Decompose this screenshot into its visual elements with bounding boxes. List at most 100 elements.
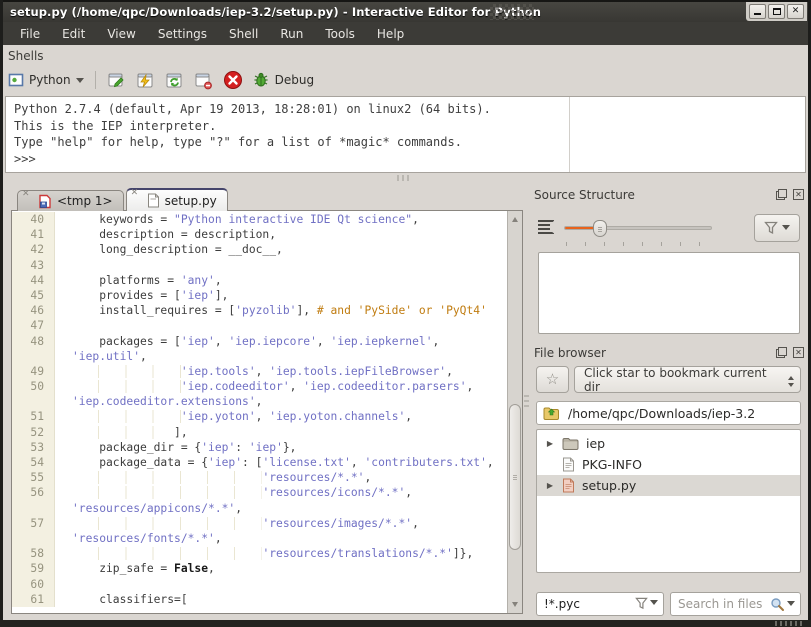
code-line[interactable]: 59 zip_safe = False, xyxy=(12,561,507,577)
menu-item-run[interactable]: Run xyxy=(269,24,314,44)
line-number: 58 xyxy=(12,546,55,562)
close-shell-button[interactable] xyxy=(194,70,214,90)
expand-arrow-icon[interactable]: ▶ xyxy=(545,481,555,490)
line-text: classifiers=[ xyxy=(72,592,188,606)
code-line[interactable]: 49 'iep.tools', 'iep.tools.iepFileBrowse… xyxy=(12,363,507,380)
editor-tab--tmp-1-[interactable]: ✕ <tmp 1> xyxy=(17,190,124,211)
restart-shell-button[interactable] xyxy=(165,70,185,90)
editor-tab-setup-py[interactable]: ✕ setup.py xyxy=(125,188,228,211)
shell-output[interactable]: Python 2.7.4 (default, Apr 19 2013, 18:2… xyxy=(5,96,806,173)
code-line[interactable]: 'resources/fonts/*.*', xyxy=(12,530,507,547)
code-line[interactable]: 46 install_requires = ['pyzolib'], # and… xyxy=(12,303,507,319)
spinner-icons[interactable] xyxy=(788,373,794,390)
line-text: 'iep.codeeditor.extensions', xyxy=(72,395,263,409)
code-line[interactable]: 52 ], xyxy=(12,424,507,440)
line-number: 61 xyxy=(12,591,55,607)
bookmark-combo[interactable]: Click star to bookmark current dir xyxy=(574,366,801,394)
code-line[interactable]: 61 classifiers=[ xyxy=(12,591,507,607)
python-file-icon xyxy=(562,478,575,493)
window-controls: ✕ xyxy=(746,2,807,21)
shell-output-line: Python 2.7.4 (default, Apr 19 2013, 18:2… xyxy=(14,102,491,116)
float-panel-icon[interactable] xyxy=(776,189,787,200)
line-text xyxy=(55,318,72,333)
scroll-down-icon[interactable] xyxy=(508,600,522,612)
line-text: install_requires = ['pyzolib'], # and 'P… xyxy=(72,304,487,318)
structure-depth-icon xyxy=(538,220,554,234)
current-path-field[interactable]: /home/qpc/Downloads/iep-3.2 xyxy=(536,401,801,425)
vertical-splitter[interactable] xyxy=(524,395,529,409)
menu-item-help[interactable]: Help xyxy=(366,24,415,44)
code-line[interactable]: 53 package_dir = {'iep': 'iep'}, xyxy=(12,439,507,455)
tree-item-iep[interactable]: ▶ iep xyxy=(537,433,800,454)
code-line[interactable]: 42 long_description = __doc__, xyxy=(12,242,507,258)
scroll-up-icon[interactable] xyxy=(508,212,522,224)
code-line[interactable]: 43 xyxy=(12,257,507,273)
tab-close-icon[interactable]: ✕ xyxy=(22,190,30,199)
code-line[interactable]: 54 package_data = {'iep': ['license.txt'… xyxy=(12,455,507,471)
code-line[interactable]: 57 'resources/images/*.*', xyxy=(12,515,507,531)
menu-item-shell[interactable]: Shell xyxy=(218,24,269,44)
menu-item-edit[interactable]: Edit xyxy=(51,24,96,44)
close-button[interactable]: ✕ xyxy=(787,4,804,19)
code-line[interactable]: 58 'resources/translations/*.*']}, xyxy=(12,546,507,562)
code-line[interactable]: 47 xyxy=(12,318,507,334)
debug-button[interactable]: Debug xyxy=(252,71,314,89)
slider-ticks xyxy=(566,242,706,246)
line-number: 40 xyxy=(12,212,55,228)
line-text: long_description = __doc__, xyxy=(72,243,283,257)
minimize-button[interactable] xyxy=(749,4,766,19)
depth-slider[interactable] xyxy=(564,220,712,237)
shell-selector-button[interactable]: Python xyxy=(8,72,84,88)
resize-grip[interactable] xyxy=(775,621,803,626)
code-line[interactable]: 41 description = description, xyxy=(12,227,507,243)
menu-item-file[interactable]: File xyxy=(9,24,51,44)
close-panel-icon[interactable]: ✕ xyxy=(793,347,804,358)
code-line[interactable]: 'iep.codeeditor.extensions', xyxy=(12,394,507,410)
code-line[interactable]: 'iep.util', xyxy=(12,348,507,364)
code-line[interactable]: 'resources/appicons/*.*', xyxy=(12,500,507,516)
code-line[interactable]: 55 'resources/*.*', xyxy=(12,470,507,486)
shell-icon xyxy=(8,73,24,87)
slider-handle[interactable] xyxy=(593,220,608,237)
menu-item-view[interactable]: View xyxy=(96,24,146,44)
line-number: 45 xyxy=(12,287,55,304)
file-tree[interactable]: ▶ iep PKG-INFO ▶ setup.py xyxy=(536,429,801,573)
code-line[interactable]: 50 'iep.codeeditor', 'iep.codeeditor.par… xyxy=(12,379,507,395)
code-line[interactable]: 40 keywords = "Python interactive IDE Qt… xyxy=(12,212,507,228)
window-border-top xyxy=(0,0,811,2)
code-line[interactable]: 48 packages = ['iep', 'iep.iepcore', 'ie… xyxy=(12,333,507,349)
titlebar[interactable]: setup.py (/home/qpc/Downloads/iep-3.2/se… xyxy=(3,2,808,22)
restart-shell-warn-button[interactable] xyxy=(136,70,156,90)
code-line[interactable]: 56 'resources/icons/*.*', xyxy=(12,485,507,501)
tab-close-icon[interactable]: ✕ xyxy=(131,189,139,198)
float-panel-icon[interactable] xyxy=(776,347,787,358)
line-number: 59 xyxy=(12,561,55,577)
bookmark-star-button[interactable]: ☆ xyxy=(536,366,569,393)
edit-shell-config-button[interactable] xyxy=(107,70,127,90)
shell-output-line: This is the IEP interpreter. xyxy=(14,118,217,133)
code-area[interactable]: 40 keywords = "Python interactive IDE Qt… xyxy=(12,212,507,613)
line-number: 48 xyxy=(12,333,55,349)
code-line[interactable]: 60 xyxy=(12,576,507,592)
tree-item-pkg-info[interactable]: PKG-INFO xyxy=(537,454,800,475)
filename-filter-input[interactable]: !*.pyc xyxy=(536,592,664,616)
expand-arrow-icon[interactable]: ▶ xyxy=(545,439,555,448)
horizontal-splitter[interactable] xyxy=(397,175,411,181)
structure-filter-button[interactable] xyxy=(754,214,800,242)
folder-up-icon xyxy=(543,407,559,420)
code-editor[interactable]: 40 keywords = "Python interactive IDE Qt… xyxy=(11,210,523,614)
code-line[interactable]: 51 'iep.yoton', 'iep.yoton.channels', xyxy=(12,409,507,425)
menu-item-tools[interactable]: Tools xyxy=(314,24,366,44)
source-structure-list[interactable] xyxy=(538,252,800,334)
menu-item-settings[interactable]: Settings xyxy=(147,24,218,44)
scrollbar-thumb[interactable] xyxy=(509,404,521,550)
maximize-button[interactable] xyxy=(768,4,785,19)
line-text: 'resources/translations/*.*']}, xyxy=(55,546,473,561)
editor-scrollbar[interactable] xyxy=(507,211,522,613)
code-line[interactable]: 44 platforms = 'any', xyxy=(12,272,507,288)
close-panel-icon[interactable]: ✕ xyxy=(793,189,804,200)
tree-item-setup-py[interactable]: ▶ setup.py xyxy=(537,475,800,496)
search-in-files-input[interactable]: Search in files xyxy=(670,592,801,616)
terminate-shell-button[interactable] xyxy=(223,70,243,90)
code-line[interactable]: 45 provides = ['iep'], xyxy=(12,287,507,304)
